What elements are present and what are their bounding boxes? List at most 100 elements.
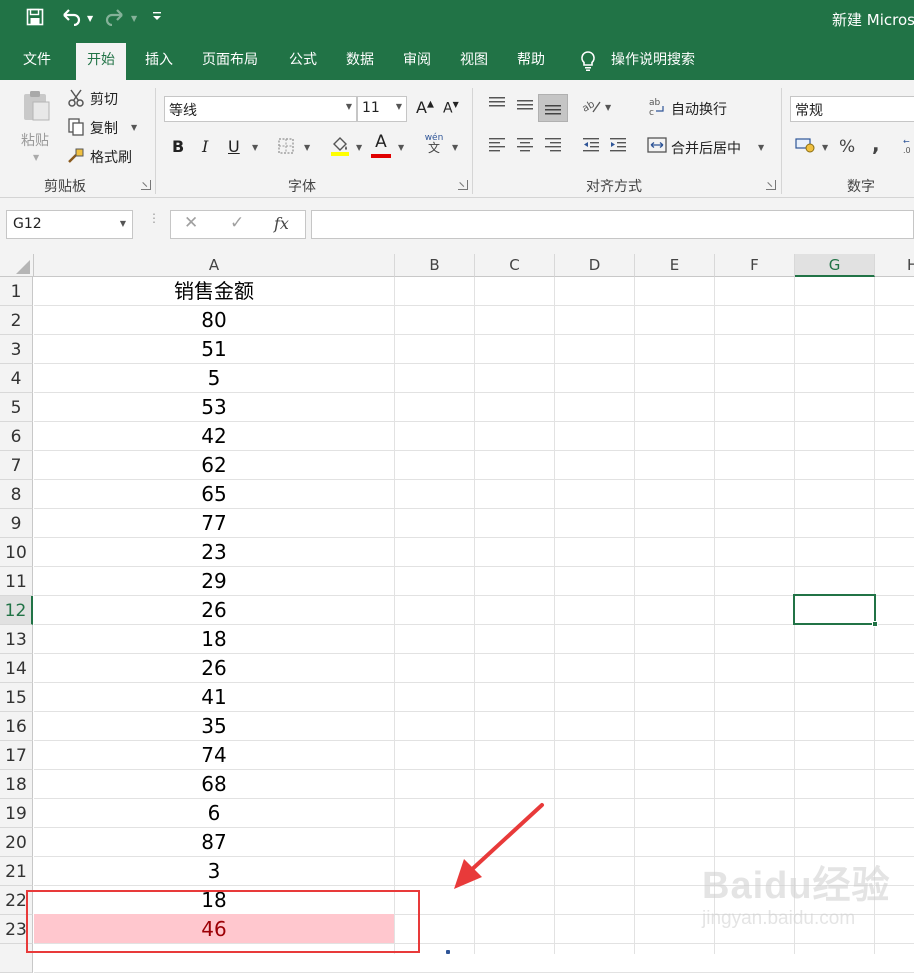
- fill-handle[interactable]: [872, 621, 878, 627]
- row-header[interactable]: 21: [0, 857, 33, 886]
- accounting-format-icon[interactable]: [794, 136, 818, 159]
- increase-indent-icon[interactable]: [607, 136, 629, 157]
- decrease-font-size-icon[interactable]: A▼: [443, 100, 459, 117]
- insert-function-icon[interactable]: fx: [274, 214, 289, 233]
- underline-dropdown-icon[interactable]: ▼: [252, 143, 258, 152]
- row-header[interactable]: 5: [0, 393, 33, 422]
- comma-style-button[interactable]: ,: [872, 132, 880, 156]
- name-box[interactable]: G12 ▼: [6, 210, 133, 239]
- data-cell[interactable]: 87: [34, 827, 394, 856]
- row-header[interactable]: 9: [0, 509, 33, 538]
- undo-dropdown-icon[interactable]: ▼: [87, 12, 93, 26]
- data-cell[interactable]: 77: [34, 508, 394, 537]
- data-cell[interactable]: 23: [34, 537, 394, 566]
- data-cell[interactable]: 65: [34, 479, 394, 508]
- paste-button-label[interactable]: 粘贴: [21, 130, 49, 150]
- copy-dropdown-icon[interactable]: ▼: [131, 123, 137, 132]
- data-cell[interactable]: 62: [34, 450, 394, 479]
- formula-input[interactable]: [311, 210, 914, 239]
- data-cell[interactable]: 6: [34, 798, 394, 827]
- row-header[interactable]: 7: [0, 451, 33, 480]
- border-icon[interactable]: [276, 137, 296, 160]
- data-cell[interactable]: 41: [34, 682, 394, 711]
- column-header-f[interactable]: F: [715, 254, 795, 277]
- tab-home[interactable]: 开始: [76, 43, 126, 80]
- lightbulb-icon[interactable]: [579, 50, 597, 72]
- column-header-c[interactable]: C: [475, 254, 555, 277]
- data-cell[interactable]: 5: [34, 363, 394, 392]
- align-left-icon[interactable]: [486, 136, 508, 157]
- data-cell[interactable]: 51: [34, 334, 394, 363]
- border-dropdown-icon[interactable]: ▼: [304, 143, 310, 152]
- enter-formula-icon[interactable]: ✓: [230, 213, 244, 233]
- cut-button[interactable]: 剪切: [90, 89, 118, 109]
- row-header[interactable]: 19: [0, 799, 33, 828]
- column-header-a[interactable]: A: [34, 254, 395, 277]
- tell-me-search[interactable]: 操作说明搜索: [611, 50, 695, 70]
- row-header[interactable]: 10: [0, 538, 33, 567]
- font-size-combo[interactable]: 11 ▼: [357, 96, 407, 122]
- row-header[interactable]: 16: [0, 712, 33, 741]
- italic-button[interactable]: I: [202, 137, 208, 156]
- row-header[interactable]: 20: [0, 828, 33, 857]
- row-header[interactable]: 13: [0, 625, 33, 654]
- font-size-dropdown-icon[interactable]: ▼: [396, 102, 402, 111]
- tab-insert[interactable]: 插入: [145, 50, 173, 70]
- row-header[interactable]: 17: [0, 741, 33, 770]
- underline-button[interactable]: U: [228, 137, 240, 156]
- merge-center-icon[interactable]: [646, 136, 668, 159]
- copy-button[interactable]: 复制: [90, 118, 118, 138]
- data-cell[interactable]: 18: [34, 624, 394, 653]
- column-header-g[interactable]: G: [795, 254, 875, 277]
- name-box-dropdown-icon[interactable]: ▼: [120, 219, 126, 228]
- row-header[interactable]: 8: [0, 480, 33, 509]
- accounting-dropdown-icon[interactable]: ▼: [822, 143, 828, 152]
- tab-review[interactable]: 审阅: [403, 50, 431, 70]
- header-cell[interactable]: 销售金额: [34, 276, 394, 305]
- data-cell[interactable]: 29: [34, 566, 394, 595]
- column-header-b[interactable]: B: [395, 254, 475, 277]
- customize-qat-icon[interactable]: [150, 8, 164, 32]
- data-cell[interactable]: 26: [34, 595, 394, 624]
- bold-button[interactable]: B: [172, 137, 184, 156]
- tab-help[interactable]: 帮助: [517, 50, 545, 70]
- row-header[interactable]: 1: [0, 277, 33, 306]
- fill-color-dropdown-icon[interactable]: ▼: [356, 143, 362, 152]
- orientation-dropdown-icon[interactable]: ▼: [605, 103, 611, 112]
- formula-bar-grip-icon[interactable]: ⋮: [148, 212, 160, 224]
- tab-data[interactable]: 数据: [346, 50, 374, 70]
- decrease-indent-icon[interactable]: [580, 136, 602, 157]
- active-cell-g12[interactable]: [793, 594, 876, 625]
- increase-decimal-icon[interactable]: ← .0: [902, 136, 914, 159]
- data-cell[interactable]: 53: [34, 392, 394, 421]
- orientation-icon[interactable]: ab: [580, 96, 604, 119]
- data-cell[interactable]: 3: [34, 856, 394, 885]
- font-color-dropdown-icon[interactable]: ▼: [398, 143, 404, 152]
- align-right-icon[interactable]: [542, 136, 564, 157]
- format-painter-button[interactable]: 格式刷: [90, 147, 132, 167]
- phonetic-guide-icon[interactable]: wén 文: [424, 133, 444, 155]
- column-header-e[interactable]: E: [635, 254, 715, 277]
- wrap-text-icon[interactable]: ab c: [648, 96, 668, 121]
- merge-center-dropdown-icon[interactable]: ▼: [758, 143, 764, 152]
- format-painter-icon[interactable]: [66, 146, 86, 169]
- select-all-corner[interactable]: [0, 254, 34, 277]
- data-cell[interactable]: 80: [34, 305, 394, 334]
- scissors-icon[interactable]: [66, 88, 86, 113]
- data-cell[interactable]: 74: [34, 740, 394, 769]
- tab-view[interactable]: 视图: [460, 50, 488, 70]
- merge-center-button[interactable]: 合并后居中: [671, 138, 741, 158]
- clipboard-launcher-icon[interactable]: [141, 180, 151, 190]
- wrap-text-button[interactable]: 自动换行: [671, 99, 727, 119]
- data-cell[interactable]: 26: [34, 653, 394, 682]
- row-header[interactable]: 11: [0, 567, 33, 596]
- cancel-formula-icon[interactable]: ✕: [184, 213, 198, 233]
- row-header[interactable]: 6: [0, 422, 33, 451]
- row-header[interactable]: 3: [0, 335, 33, 364]
- percent-style-button[interactable]: %: [839, 137, 855, 157]
- row-header[interactable]: 18: [0, 770, 33, 799]
- column-header-d[interactable]: D: [555, 254, 635, 277]
- phonetic-dropdown-icon[interactable]: ▼: [452, 143, 458, 152]
- number-format-combo[interactable]: 常规: [790, 96, 914, 122]
- align-center-icon[interactable]: [514, 136, 536, 157]
